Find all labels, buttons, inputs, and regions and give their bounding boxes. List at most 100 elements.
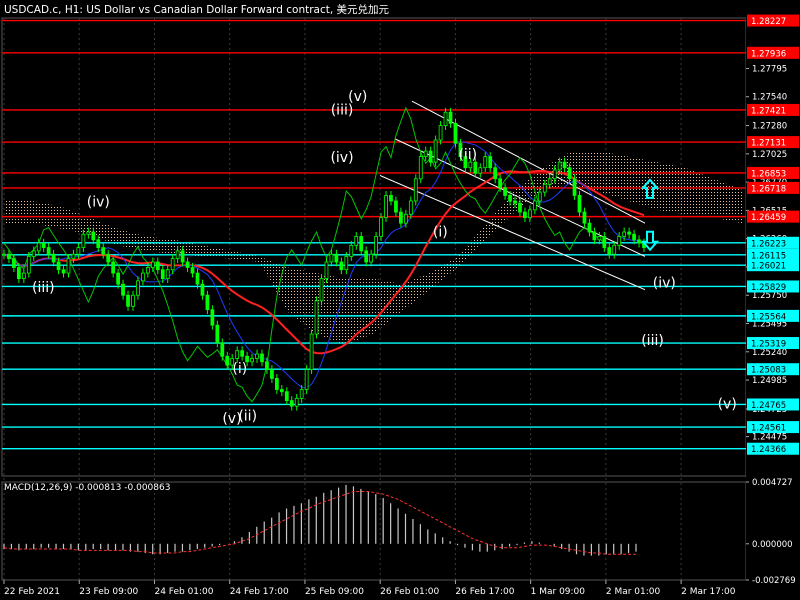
wave-label: (iv) xyxy=(87,195,110,211)
wave-label: (ii) xyxy=(238,409,257,425)
wave-label: (ii) xyxy=(458,147,477,163)
candle-body xyxy=(17,267,21,280)
candle-body xyxy=(498,178,503,189)
support-tag: 1.25083 xyxy=(751,366,786,376)
support-tag: 1.25829 xyxy=(751,283,786,293)
candle-body xyxy=(36,242,41,252)
candle-body xyxy=(265,361,269,370)
time-label: 26 Feb 01:00 xyxy=(380,587,439,597)
candle-body xyxy=(379,217,383,237)
candle-body xyxy=(215,324,220,344)
candle-body xyxy=(627,231,631,235)
candle-body xyxy=(279,389,284,393)
price-tick-label: 1.27025 xyxy=(752,150,787,160)
candle-body xyxy=(418,156,423,180)
macd-tick-label: 0.004727 xyxy=(752,478,793,488)
candle-body xyxy=(329,253,334,263)
candle-body xyxy=(220,342,225,357)
candle-body xyxy=(304,369,309,390)
candle-body xyxy=(294,397,299,407)
candle-body xyxy=(71,253,76,260)
candle-body xyxy=(31,250,36,257)
resistance-tag: 1.27131 xyxy=(751,139,786,149)
wave-label: (iii) xyxy=(32,280,55,296)
resistance-tag: 1.27936 xyxy=(751,49,786,59)
candle-body xyxy=(617,236,622,246)
candle-body xyxy=(160,269,165,280)
wave-label: (iv) xyxy=(330,150,353,166)
candle-body xyxy=(473,161,478,174)
candle-body xyxy=(389,195,393,202)
candle-body xyxy=(170,258,175,271)
candle-body xyxy=(354,236,359,246)
resistance-tag: 1.26718 xyxy=(751,184,786,194)
chart-title: USDCAD.c, H1: US Dollar vs Canadian Doll… xyxy=(4,3,390,16)
candle-body xyxy=(488,156,493,169)
time-label: 2 Mar 17:00 xyxy=(681,587,736,597)
candle-body xyxy=(523,211,527,219)
candle-body xyxy=(562,161,567,169)
candle-body xyxy=(557,161,562,171)
candle-body xyxy=(116,272,120,285)
candle-body xyxy=(284,391,289,401)
wave-label: (i) xyxy=(433,224,448,240)
candle-body xyxy=(572,178,577,196)
candle-body xyxy=(349,244,354,257)
candle-body xyxy=(26,256,31,274)
candle-body xyxy=(235,350,240,359)
candle-body xyxy=(483,156,488,169)
wave-label: (v) xyxy=(348,89,367,105)
support-tag: 1.26021 xyxy=(751,262,786,272)
candle-body xyxy=(637,239,641,244)
candle-body xyxy=(165,269,170,280)
resistance-tag: 1.28227 xyxy=(751,17,786,27)
time-label: 26 Feb 17:00 xyxy=(455,587,514,597)
candle-body xyxy=(61,269,66,274)
support-tag: 1.24561 xyxy=(751,424,786,434)
candle-body xyxy=(126,294,130,307)
price-tick-label: 1.24985 xyxy=(752,376,787,386)
candle-body xyxy=(41,242,46,248)
candle-body xyxy=(359,236,364,252)
candle-body xyxy=(319,278,324,302)
resistance-tag: 1.26853 xyxy=(751,169,786,179)
candle-body xyxy=(270,369,274,379)
candle-body xyxy=(155,261,160,271)
candle-body xyxy=(309,333,314,370)
support-tag: 1.25319 xyxy=(751,340,786,350)
candle-body xyxy=(364,250,369,263)
candle-body xyxy=(607,247,612,255)
price-tick-label: 1.27795 xyxy=(752,64,787,74)
trading-chart[interactable]: (iii) (iv) (i) (v) (ii) (iii) (v) (iv) (ii) (i) (i… xyxy=(0,0,800,600)
candle-body xyxy=(180,250,185,263)
candle-body xyxy=(339,261,344,271)
resistance-tag: 1.27421 xyxy=(751,106,786,116)
candle-body xyxy=(66,258,71,274)
candle-body xyxy=(518,202,522,213)
candle-body xyxy=(468,161,473,169)
candle-body xyxy=(299,389,304,399)
candle-body xyxy=(46,247,51,255)
candle-body xyxy=(408,200,413,215)
candle-body xyxy=(150,261,155,268)
candle-body xyxy=(443,111,448,126)
time-label: 25 Feb 09:00 xyxy=(305,587,364,597)
candle-body xyxy=(577,195,582,213)
wave-label: (i) xyxy=(232,361,247,377)
candle-body xyxy=(205,294,210,311)
candle-body xyxy=(453,122,458,144)
support-tag: 1.24765 xyxy=(751,401,786,411)
candle-body xyxy=(225,355,230,366)
time-label: 2 Mar 01:00 xyxy=(606,587,661,597)
price-tick-label: 1.27540 xyxy=(752,93,787,103)
candle-body xyxy=(597,236,602,241)
candle-body xyxy=(260,353,264,363)
candle-body xyxy=(106,253,111,263)
candle-body xyxy=(334,253,339,263)
candle-body xyxy=(612,244,617,255)
candle-body xyxy=(21,272,26,280)
time-label: 22 Feb 2021 xyxy=(4,587,60,597)
candle-body xyxy=(2,253,6,256)
macd-axis-bg xyxy=(746,482,800,580)
time-label: 23 Feb 09:00 xyxy=(79,587,138,597)
